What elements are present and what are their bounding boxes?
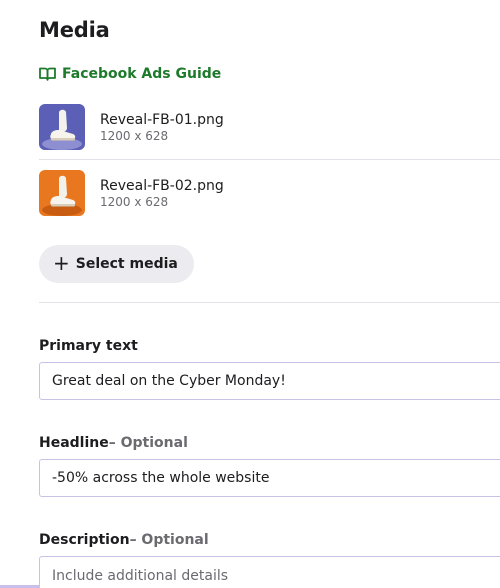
description-label: Description– Optional [39,532,209,548]
media-divider [39,159,500,160]
select-media-button[interactable]: + Select media [39,245,194,283]
primary-text-input[interactable] [39,362,500,400]
description-label-text: Description [39,532,130,548]
media-dimensions: 1200 x 628 [100,128,169,143]
section-divider [39,302,500,303]
headline-label: Headline– Optional [39,435,188,451]
optional-tag: – Optional [129,532,209,548]
media-filename: Reveal-FB-02.png [100,177,224,194]
headline-input[interactable] [39,459,500,497]
select-media-label: Select media [75,256,178,272]
primary-text-label: Primary text [39,338,138,354]
headline-label-text: Headline [39,435,109,451]
primary-text-label-text: Primary text [39,338,138,354]
media-filename: Reveal-FB-01.png [100,111,224,128]
media-thumbnail [39,104,85,150]
media-panel: Media Facebook Ads Guide Reveal-FB-01.pn… [0,0,500,588]
plus-icon: + [53,251,70,275]
description-input[interactable] [39,556,500,588]
section-title: Media [39,18,110,42]
media-item[interactable]: Reveal-FB-02.png 1200 x 628 [39,170,500,216]
guide-link-label: Facebook Ads Guide [62,66,222,82]
facebook-ads-guide-link[interactable]: Facebook Ads Guide [39,66,221,82]
media-thumbnail [39,170,85,216]
media-item[interactable]: Reveal-FB-01.png 1200 x 628 [39,104,500,150]
optional-tag: – Optional [108,435,188,451]
book-icon [39,67,56,81]
media-dimensions: 1200 x 628 [100,194,169,209]
